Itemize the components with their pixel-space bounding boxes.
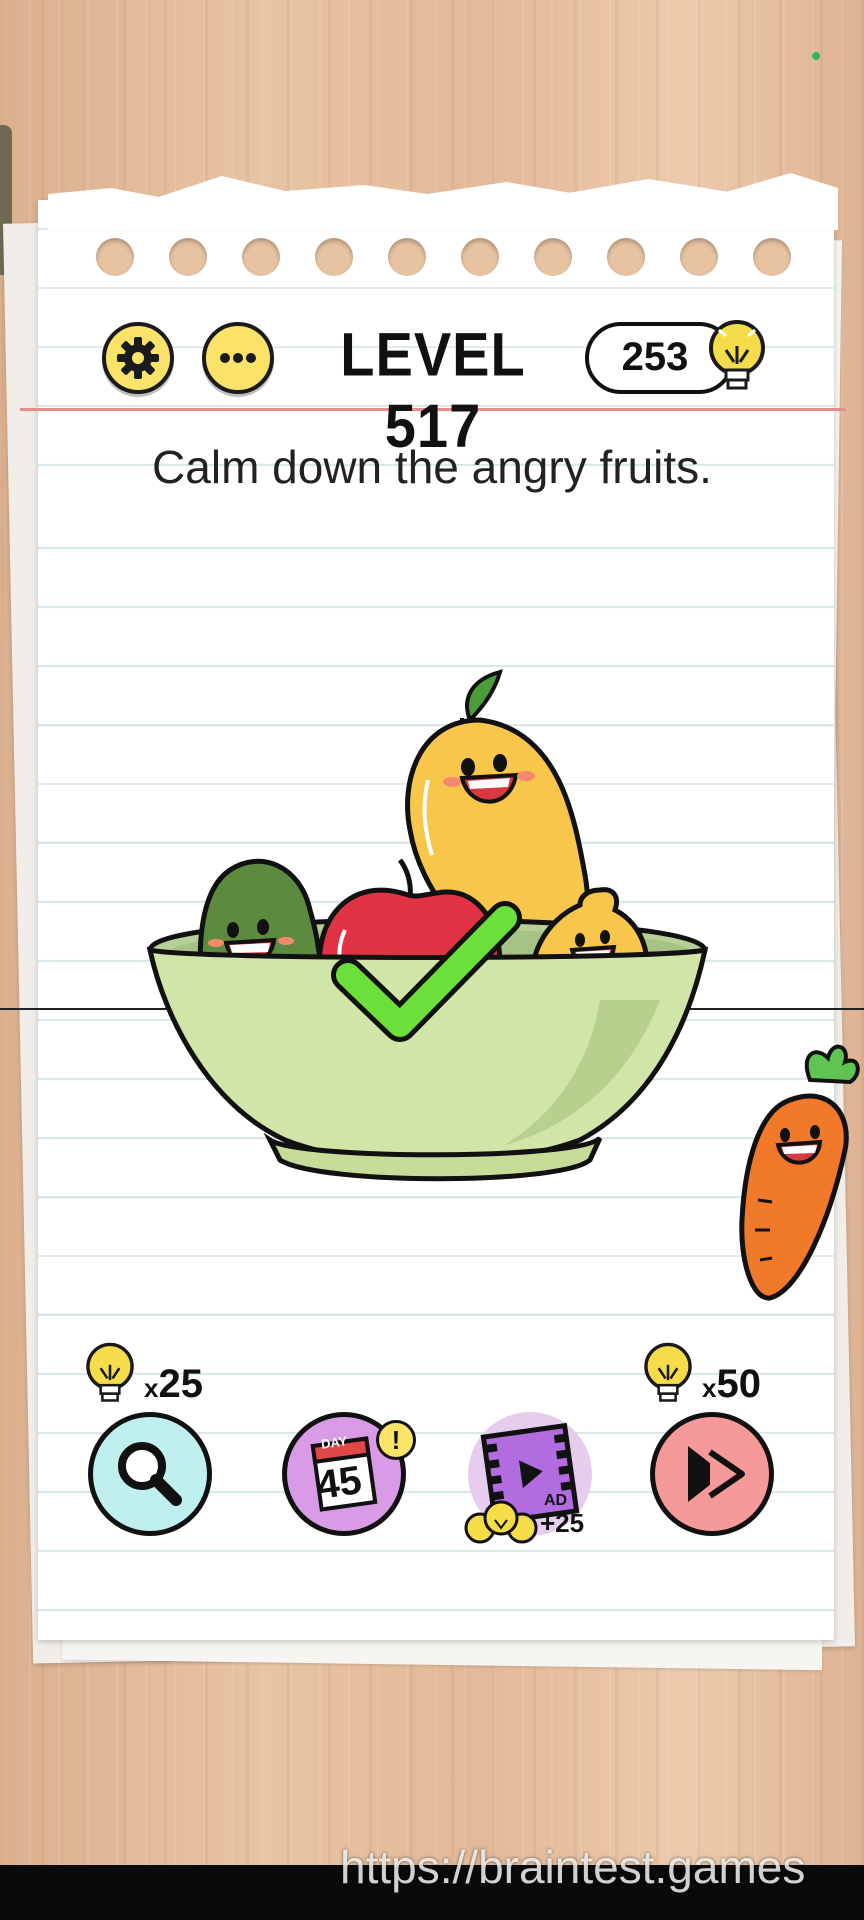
lightbulb-icon xyxy=(644,1342,692,1402)
binder-hole xyxy=(96,238,134,276)
hint-count: 253 xyxy=(621,335,689,379)
status-indicator xyxy=(812,52,820,60)
notification-badge: ! xyxy=(376,1420,416,1460)
binder-hole xyxy=(680,238,718,276)
magnifier-icon xyxy=(118,1442,182,1506)
gear-icon xyxy=(117,337,159,379)
carrot-character[interactable] xyxy=(739,1044,860,1301)
lightbulb-icon xyxy=(709,320,765,390)
binder-hole xyxy=(315,238,353,276)
day-number: 45 xyxy=(314,1458,365,1508)
menu-button[interactable] xyxy=(202,322,274,394)
watermark: https://braintest.games xyxy=(340,1841,806,1893)
search-button[interactable] xyxy=(88,1412,212,1536)
binder-hole xyxy=(753,238,791,276)
ad-reward: +25 xyxy=(540,1508,585,1538)
settings-button[interactable] xyxy=(102,322,174,394)
more-dots-icon xyxy=(220,353,256,363)
binder-hole xyxy=(388,238,426,276)
skip-cost: x50 xyxy=(702,1362,761,1406)
binder-hole xyxy=(461,238,499,276)
binder-holes xyxy=(96,238,791,276)
binder-hole xyxy=(534,238,572,276)
fruit-bowl-scene xyxy=(146,669,860,1301)
search-cost: x25 xyxy=(144,1362,203,1406)
bulbs-reward-icon xyxy=(464,1500,538,1544)
paper-torn-edge xyxy=(48,173,838,230)
binder-hole xyxy=(169,238,207,276)
skip-level-button[interactable] xyxy=(650,1412,774,1536)
binder-hole xyxy=(242,238,280,276)
puzzle-instruction: Calm down the angry fruits. xyxy=(152,441,712,493)
lightbulb-icon xyxy=(86,1342,134,1402)
skip-forward-icon xyxy=(688,1446,745,1502)
binder-hole xyxy=(607,238,645,276)
